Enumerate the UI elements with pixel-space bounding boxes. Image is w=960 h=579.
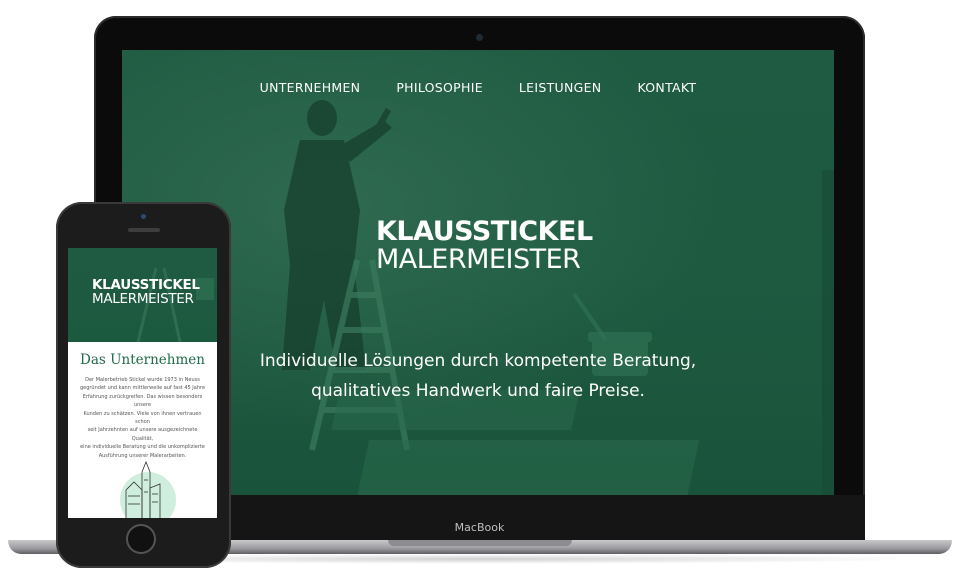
main-nav: UNTERNEHMEN PHILOSOPHIE LEISTUNGEN KONTA…: [122, 80, 834, 95]
body-line: Kunden zu schätzen. Viele von ihnen vert…: [83, 410, 202, 426]
phone-brand-subtitle: MALERMEISTER: [92, 291, 194, 307]
body-line: Erfahrung zurückgreifen. Das wissen beso…: [82, 393, 203, 409]
phone-speaker: [128, 228, 160, 232]
body-line: seit Jahrzehnten auf unsere ausgezeichne…: [87, 427, 198, 442]
town-illustration: [120, 460, 176, 518]
body-line: gegründet und kann mittlerweile auf fast…: [79, 385, 206, 392]
laptop-camera: [476, 34, 483, 41]
body-line: Der Malerbetrieb Stickel wurde 1973 in N…: [85, 377, 200, 383]
brand-name: KLAUSSTICKEL: [376, 216, 593, 247]
section-body: Der Malerbetrieb Stickel wurde 1973 in N…: [78, 376, 207, 460]
phone-hero: KLAUSSTICKEL MALERMEISTER: [68, 248, 217, 342]
phone-home-button[interactable]: [126, 524, 156, 554]
phone-brand-logo[interactable]: KLAUSSTICKEL MALERMEISTER: [92, 278, 200, 306]
nav-item-leistungen[interactable]: LEISTUNGEN: [519, 80, 602, 95]
nav-item-unternehmen[interactable]: UNTERNEHMEN: [260, 80, 361, 95]
nav-item-kontakt[interactable]: KONTAKT: [637, 80, 696, 95]
phone-screen: KLAUSSTICKEL MALERMEISTER Das Unternehme…: [68, 248, 217, 518]
phone-brand-name: KLAUSSTICKEL: [92, 277, 200, 293]
brand-logo[interactable]: KLAUSSTICKEL MALERMEISTER: [376, 218, 593, 274]
brand-subtitle: MALERMEISTER: [376, 244, 581, 275]
section-heading: Das Unternehmen: [80, 352, 205, 368]
laptop-hinge-notch: [388, 540, 572, 546]
phone-camera: [141, 214, 146, 219]
nav-item-philosophie[interactable]: PHILOSOPHIE: [396, 80, 483, 95]
body-line: eine individuelle Beratung und die unkom…: [80, 444, 205, 451]
